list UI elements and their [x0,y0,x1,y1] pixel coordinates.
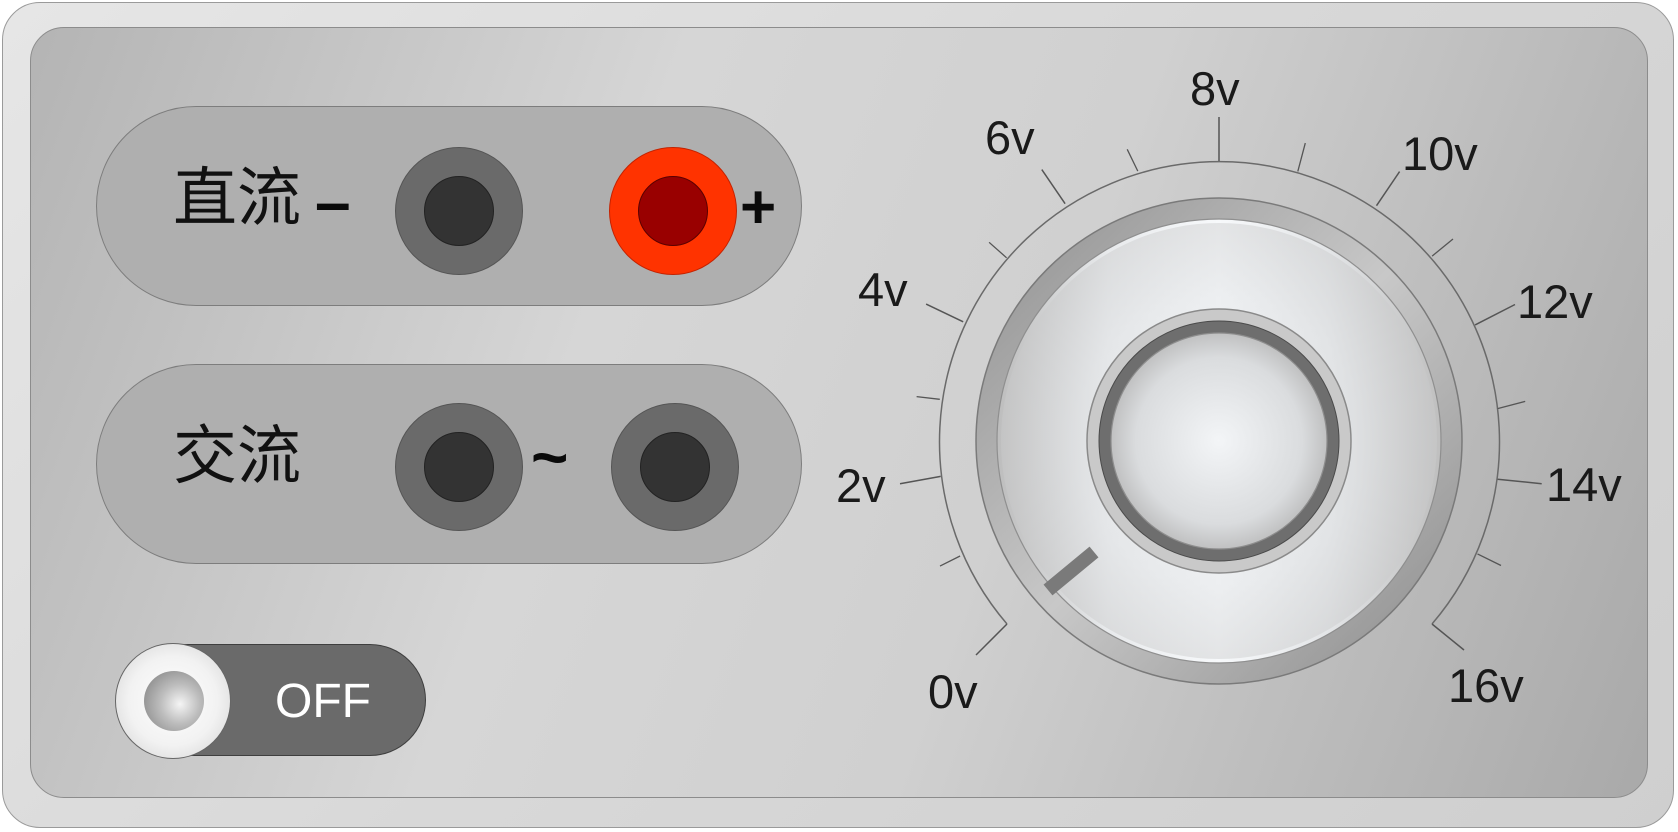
scale-tick [975,623,1008,656]
scale-tick-minor [939,555,961,567]
scale-tick [1431,623,1465,651]
scale-tick-minor [1297,142,1306,172]
scale-tick [1497,478,1542,485]
scale-tick-minor [1477,553,1502,567]
scale-label-8v: 8v [1190,62,1240,115]
scale-tick [1375,171,1401,207]
scale-tick [1041,169,1066,205]
scale-tick-minor [1126,149,1139,172]
scale-tick-minor [1431,238,1454,257]
scale-label-10v: 10v [1402,127,1478,180]
scale-tick-minor [1497,400,1526,410]
knob-cap [1110,332,1328,550]
voltage-knob[interactable] [975,197,1463,685]
voltage-dial: 0v 2v 4v 6v 8v 10v 12v 14v 16v [836,62,1622,718]
scale-label-16v: 16v [1448,659,1524,712]
scale-label-14v: 14v [1546,458,1622,511]
scale-tick [925,303,964,323]
scale-label-6v: 6v [985,111,1035,164]
scale-tick [899,475,941,485]
scale-label-2v: 2v [836,459,886,512]
scale-tick-minor [988,241,1008,259]
scale-label-0v: 0v [928,665,978,718]
scale-label-4v: 4v [858,263,908,316]
scale-tick [1474,303,1516,326]
scale-tick-minor [916,395,940,400]
scale-label-12v: 12v [1517,275,1593,328]
